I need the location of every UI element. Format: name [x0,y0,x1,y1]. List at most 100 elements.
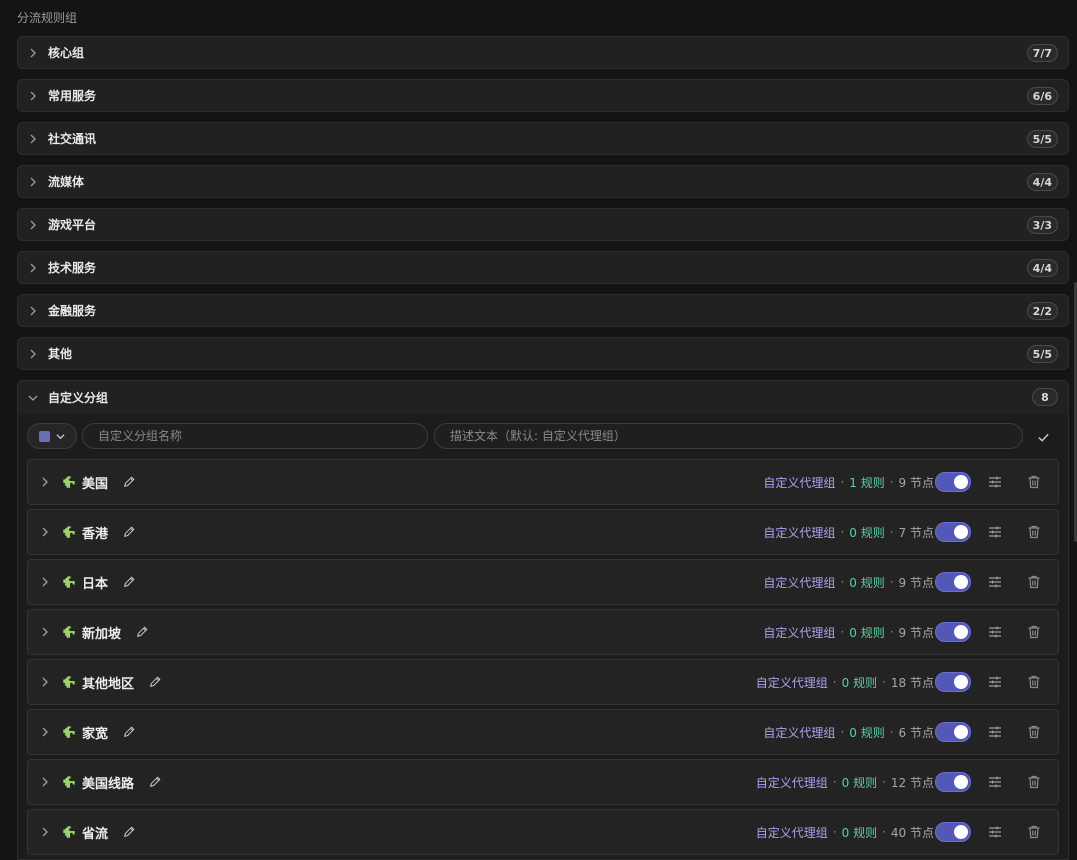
confirm-add-button[interactable] [1033,427,1053,447]
separator-dot: · [889,575,894,589]
custom-group-header[interactable]: 自定义分组 8 [18,381,1068,414]
settings-sliders-icon[interactable] [987,624,1003,640]
group-finance[interactable]: 金融服务 2/2 [17,294,1069,327]
trash-icon[interactable] [1026,774,1042,790]
node-count: 40 节点 [890,825,934,840]
trash-icon[interactable] [1026,474,1042,490]
group-tech[interactable]: 技术服务 4/4 [17,251,1069,284]
node-count: 9 节点 [898,625,934,640]
rule-name: 美国线路 [82,776,135,792]
settings-sliders-icon[interactable] [987,674,1003,690]
puzzle-icon [62,675,76,689]
rule-count: 0 规则 [849,575,885,590]
custom-rule-row[interactable]: 其他地区 自定义代理组 · 0 规则 · 18 节点 [27,659,1059,705]
edit-pencil-icon[interactable] [122,524,138,540]
rule-count: 1 规则 [849,475,885,490]
puzzle-icon [62,525,76,539]
chevron-down-icon [56,433,65,439]
chevron-right-icon[interactable] [28,577,62,587]
group-name-input[interactable] [82,423,428,449]
chevron-right-icon[interactable] [28,827,62,837]
separator-dot: · [889,525,894,539]
section-title: 分流规则组 [17,11,78,25]
chevron-right-icon[interactable] [28,777,62,787]
edit-pencil-icon[interactable] [148,774,164,790]
puzzle-icon [62,775,76,789]
rule-meta: 自定义代理组 · 0 规则 · 6 节点 [763,710,934,754]
enable-toggle[interactable] [935,522,971,542]
emoji-picker-button[interactable] [27,423,77,449]
enable-toggle[interactable] [935,472,971,492]
node-count: 6 节点 [898,725,934,740]
trash-icon[interactable] [1026,524,1042,540]
settings-sliders-icon[interactable] [987,524,1003,540]
enable-toggle[interactable] [935,672,971,692]
separator-dot: · [832,825,837,839]
enable-toggle[interactable] [935,772,971,792]
toggle-knob [954,725,968,739]
group-description-input[interactable] [434,423,1023,449]
edit-pencil-icon[interactable] [122,574,138,590]
puzzle-icon [62,825,76,839]
group-name: 其他 [48,347,73,361]
rule-count: 0 规则 [849,725,885,740]
settings-sliders-icon[interactable] [987,574,1003,590]
group-common-services[interactable]: 常用服务 6/6 [17,79,1069,112]
group-social[interactable]: 社交通讯 5/5 [17,122,1069,155]
trash-icon[interactable] [1026,824,1042,840]
group-name: 流媒体 [48,175,85,189]
custom-rule-row[interactable]: 美国 自定义代理组 · 1 规则 · 9 节点 [27,459,1059,505]
group-core[interactable]: 核心组 7/7 [17,36,1069,69]
trash-icon[interactable] [1026,724,1042,740]
puzzle-icon [62,575,76,589]
separator-dot: · [840,525,845,539]
chevron-right-icon[interactable] [28,727,62,737]
puzzle-icon [62,475,76,489]
edit-pencil-icon[interactable] [122,824,138,840]
custom-rule-row[interactable]: 省流 自定义代理组 · 0 规则 · 40 节点 [27,809,1059,855]
enable-toggle[interactable] [935,622,971,642]
group-streaming[interactable]: 流媒体 4/4 [17,165,1069,198]
trash-icon[interactable] [1026,674,1042,690]
edit-pencil-icon[interactable] [135,624,151,640]
group-count-badge: 4/4 [1026,259,1058,277]
chevron-right-icon[interactable] [28,627,62,637]
chevron-right-icon[interactable] [28,527,62,537]
group-count-badge: 3/3 [1026,216,1058,234]
edit-pencil-icon[interactable] [122,724,138,740]
chevron-right-icon[interactable] [28,677,62,687]
toggle-knob [954,675,968,689]
settings-sliders-icon[interactable] [987,774,1003,790]
custom-rule-row[interactable]: 美国线路 自定义代理组 · 0 规则 · 12 节点 [27,759,1059,805]
chevron-right-icon [18,91,48,101]
custom-rule-list: 美国 自定义代理组 · 1 规则 · 9 节点 香港 自定义代理组 · 0 规则 · 7 节点 日本 自定… [27,459,1059,859]
settings-sliders-icon[interactable] [987,474,1003,490]
rule-type: 自定义代理组 [763,475,836,490]
edit-pencil-icon[interactable] [122,474,138,490]
settings-sliders-icon[interactable] [987,824,1003,840]
custom-rule-row[interactable]: 新加坡 自定义代理组 · 0 规则 · 9 节点 [27,609,1059,655]
custom-rule-row[interactable]: 家宽 自定义代理组 · 0 规则 · 6 节点 [27,709,1059,755]
rule-count: 0 规则 [849,625,885,640]
chevron-right-icon[interactable] [28,477,62,487]
rule-meta: 自定义代理组 · 0 规则 · 12 节点 [756,760,934,804]
group-gaming[interactable]: 游戏平台 3/3 [17,208,1069,241]
enable-toggle[interactable] [935,722,971,742]
separator-dot: · [840,725,845,739]
settings-sliders-icon[interactable] [987,724,1003,740]
custom-rule-row[interactable]: 香港 自定义代理组 · 0 规则 · 7 节点 [27,509,1059,555]
separator-dot: · [840,475,845,489]
edit-pencil-icon[interactable] [148,674,164,690]
rule-name: 其他地区 [82,676,135,692]
custom-rule-row[interactable]: 日本 自定义代理组 · 0 规则 · 9 节点 [27,559,1059,605]
trash-icon[interactable] [1026,574,1042,590]
separator-dot: · [882,775,886,789]
emoji-icon [39,430,50,442]
enable-toggle[interactable] [935,822,971,842]
toggle-knob [954,825,968,839]
enable-toggle[interactable] [935,572,971,592]
trash-icon[interactable] [1026,624,1042,640]
chevron-down-icon [18,393,48,403]
rule-type: 自定义代理组 [763,625,836,640]
group-other[interactable]: 其他 5/5 [17,337,1069,370]
